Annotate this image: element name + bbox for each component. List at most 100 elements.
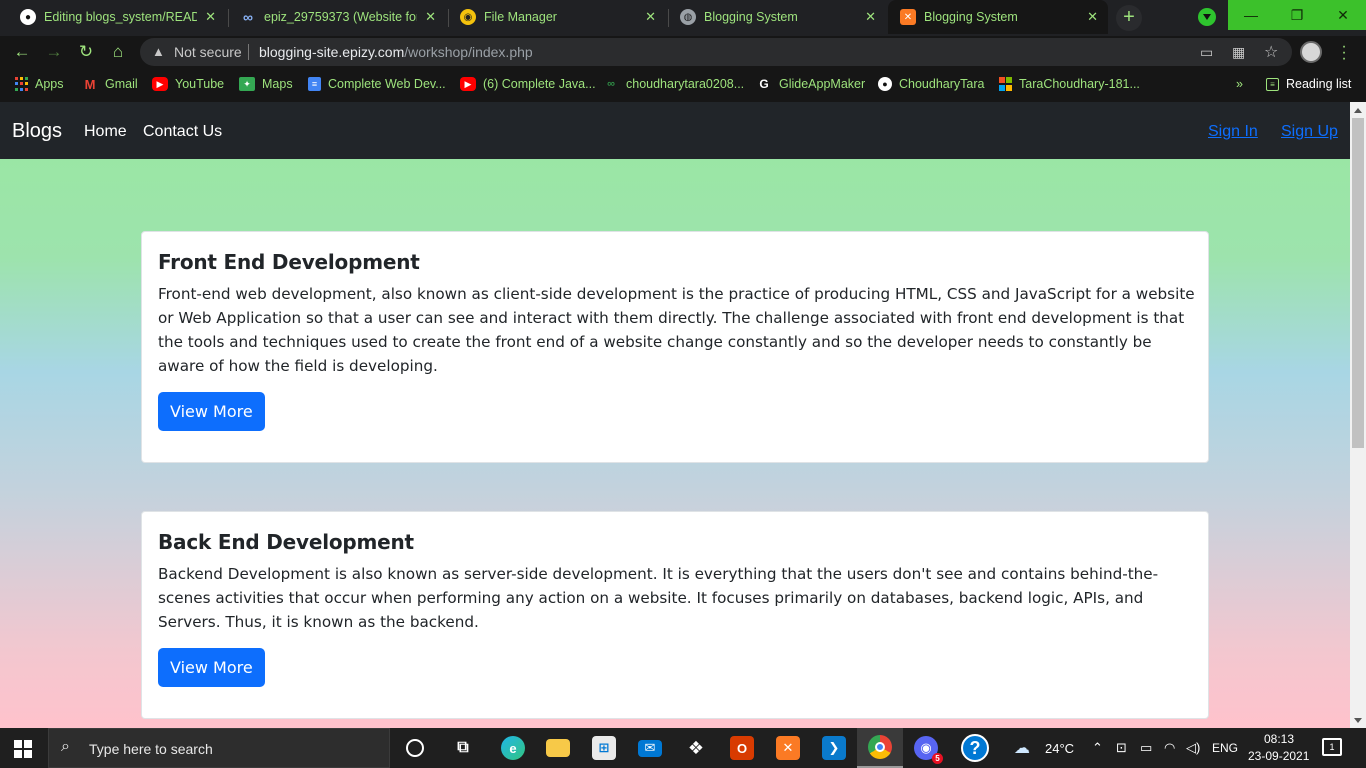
notification-icon[interactable]: 1	[1322, 738, 1342, 756]
tab-title: Editing blogs_system/READM	[44, 10, 198, 24]
meet-icon[interactable]: ⊡	[1116, 740, 1127, 756]
close-icon[interactable]: ✕	[645, 9, 656, 25]
site-brand[interactable]: Blogs	[12, 120, 62, 143]
edge-icon[interactable]: e	[490, 728, 536, 768]
youtube-icon: ▶	[460, 77, 476, 91]
page-viewport: Blogs Home Contact Us Sign In Sign Up Fr…	[0, 102, 1350, 728]
address-bar[interactable]: ▲ Not secure blogging-site.epizy.com/wor…	[140, 38, 1292, 66]
bookmark-microsoft[interactable]: TaraChoudhary-181...	[998, 76, 1140, 92]
close-icon[interactable]: ✕	[1087, 9, 1098, 25]
close-icon[interactable]: ✕	[425, 9, 436, 25]
close-icon[interactable]: ✕	[205, 9, 216, 25]
security-label[interactable]: Not secure	[174, 44, 242, 60]
card-body: Backend Development is also known as ser…	[158, 565, 1159, 631]
bookmark-glide[interactable]: G GlideAppMaker	[756, 76, 865, 92]
reload-icon[interactable]: ↻	[74, 40, 98, 64]
task-view-icon[interactable]: ⧉	[440, 728, 486, 768]
scroll-thumb[interactable]	[1352, 118, 1364, 448]
minimize-icon[interactable]: —	[1228, 0, 1274, 30]
discord-icon[interactable]: ◉ 5	[903, 728, 949, 768]
close-window-icon[interactable]: ✕	[1320, 0, 1366, 30]
sign-in-link[interactable]: Sign In	[1208, 123, 1258, 141]
tab-blogging-system-active[interactable]: ✕ Blogging System ✕	[888, 0, 1108, 34]
home-icon[interactable]: ⌂	[106, 40, 130, 64]
bookmark-gmail[interactable]: M Gmail	[82, 76, 138, 92]
card-title: Front End Development	[158, 250, 420, 274]
tab-file-manager[interactable]: ◉ File Manager ✕	[448, 0, 666, 34]
browser-tab-strip: ● Editing blogs_system/READM ✕ ∞ epiz_29…	[0, 0, 1366, 36]
bookmark-complete-web-dev[interactable]: ≡ Complete Web Dev...	[308, 76, 446, 92]
language-indicator[interactable]: ENG	[1212, 741, 1238, 755]
volume-icon[interactable]: ◁)	[1186, 740, 1200, 756]
close-icon[interactable]: ✕	[865, 9, 876, 25]
bookmark-github[interactable]: ● ChoudharyTara	[878, 76, 984, 92]
profile-avatar[interactable]	[1300, 41, 1322, 63]
bookmark-maps[interactable]: ✦ Maps	[239, 76, 293, 92]
card-title: Back End Development	[158, 530, 414, 554]
discord-badge: 5	[932, 753, 943, 764]
tab-editing-readme[interactable]: ● Editing blogs_system/READM ✕	[8, 0, 226, 34]
bookmark-apps[interactable]: Apps	[14, 76, 64, 92]
url-path: /workshop/index.php	[404, 44, 533, 60]
windows-start-icon[interactable]	[14, 740, 32, 758]
office-icon[interactable]: O	[719, 728, 765, 768]
page-scrollbar[interactable]	[1350, 102, 1366, 728]
reading-list-label: Reading list	[1286, 77, 1352, 91]
bookmark-label: (6) Complete Java...	[483, 77, 596, 91]
bookmark-label: TaraChoudhary-181...	[1019, 77, 1140, 91]
nav-link-contact[interactable]: Contact Us	[143, 123, 222, 141]
bookmark-youtube[interactable]: ▶ YouTube	[152, 76, 224, 92]
xampp-icon: ✕	[900, 9, 916, 25]
search-placeholder: Type here to search	[89, 741, 213, 757]
view-more-button[interactable]: View More	[158, 648, 265, 687]
dropbox-icon[interactable]: ❖	[673, 728, 719, 768]
file-manager-icon: ◉	[460, 9, 476, 25]
tab-epiz[interactable]: ∞ epiz_29759373 (Website for b ✕	[228, 0, 446, 34]
store-icon[interactable]: ⊞	[581, 728, 627, 768]
windows-taskbar: ⌕ Type here to search ⧉ e ⊞ ✉ ❖ O ✕ ❯ ◉ …	[0, 728, 1366, 768]
scroll-down-icon[interactable]	[1354, 718, 1362, 723]
reading-list-icon: ≡	[1266, 77, 1279, 91]
clock-date[interactable]: 23-09-2021	[1248, 749, 1309, 763]
mail-icon[interactable]: ✉	[627, 728, 673, 768]
url-text[interactable]: blogging-site.epizy.com/workshop/index.p…	[259, 44, 533, 60]
bookmark-label: Complete Web Dev...	[328, 77, 446, 91]
view-more-button[interactable]: View More	[158, 392, 265, 431]
cortana-icon[interactable]	[392, 728, 438, 768]
taskbar-search[interactable]: ⌕ Type here to search	[48, 728, 390, 768]
new-tab-button[interactable]: +	[1116, 5, 1142, 31]
weather-temp[interactable]: 24°C	[1045, 741, 1074, 756]
chrome-icon[interactable]	[857, 728, 903, 768]
bookmark-star-icon[interactable]: ☆	[1264, 42, 1278, 62]
gmail-icon: M	[84, 76, 96, 92]
qr-code-icon[interactable]: ▦	[1232, 44, 1245, 61]
tab-search-icon[interactable]	[1198, 8, 1216, 26]
restore-icon[interactable]: ❐	[1274, 0, 1320, 30]
menu-icon[interactable]: · · ·	[1340, 39, 1348, 67]
tray-chevron-icon[interactable]: ⌃	[1092, 740, 1103, 756]
bookmark-complete-java[interactable]: ▶ (6) Complete Java...	[460, 76, 596, 92]
xampp-icon[interactable]: ✕	[765, 728, 811, 768]
file-explorer-icon[interactable]	[535, 728, 581, 768]
help-icon[interactable]: ?	[952, 728, 998, 768]
forward-icon[interactable]: →	[42, 40, 66, 64]
more-bookmarks-button[interactable]: »	[1236, 76, 1243, 92]
site-navbar: Blogs Home Contact Us Sign In Sign Up	[0, 102, 1350, 159]
clock-time[interactable]: 08:13	[1264, 732, 1294, 746]
more-bookmarks-label: »	[1236, 77, 1243, 91]
reading-list-button[interactable]: ≡ Reading list	[1266, 76, 1351, 92]
scroll-up-icon[interactable]	[1354, 108, 1362, 113]
battery-icon[interactable]: ▭	[1140, 740, 1152, 756]
sign-up-link[interactable]: Sign Up	[1281, 123, 1338, 141]
apps-grid-icon	[14, 77, 28, 91]
tab-blogging-system[interactable]: ◍ Blogging System ✕	[668, 0, 886, 34]
back-icon[interactable]: ←	[10, 40, 34, 64]
bookmark-gfg[interactable]: ∞ choudharytara0208...	[603, 76, 744, 92]
nav-link-home[interactable]: Home	[84, 123, 127, 141]
bookmark-label: ChoudharyTara	[899, 77, 985, 91]
tab-title: epiz_29759373 (Website for b	[264, 10, 418, 24]
cast-icon[interactable]: ▭	[1200, 44, 1213, 61]
wifi-icon[interactable]: ◠	[1164, 740, 1175, 756]
vscode-icon[interactable]: ❯	[811, 728, 857, 768]
weather-cloud-icon[interactable]: ☁	[1014, 738, 1030, 758]
